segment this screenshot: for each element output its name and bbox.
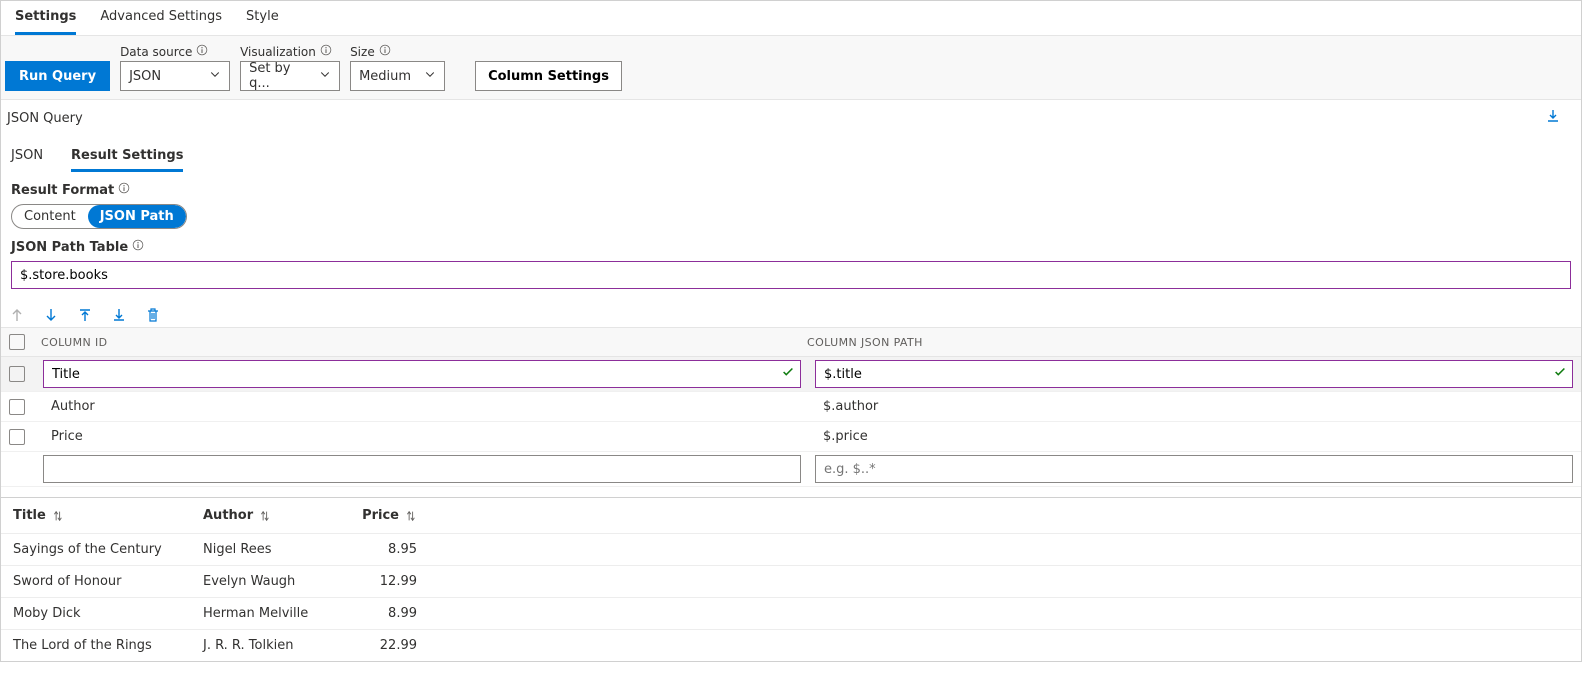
json-path-table-input[interactable] xyxy=(11,261,1571,289)
section-title: JSON Query xyxy=(7,111,83,126)
row-checkbox[interactable] xyxy=(9,429,25,445)
cell-price: 22.99 xyxy=(355,638,425,653)
arrow-up-icon xyxy=(9,307,25,323)
column-id-input[interactable] xyxy=(43,360,801,388)
table-row: The Lord of the Rings J. R. R. Tolkien 2… xyxy=(1,629,1581,661)
table-row: Sword of Honour Evelyn Waugh 12.99 xyxy=(1,565,1581,597)
column-path-input[interactable] xyxy=(815,360,1573,388)
download-icon[interactable] xyxy=(1545,108,1575,128)
cell-author: Nigel Rees xyxy=(195,542,355,557)
info-icon xyxy=(196,44,208,59)
tab-json[interactable]: JSON xyxy=(11,142,43,172)
size-label: Size xyxy=(350,45,375,59)
row-checkbox[interactable] xyxy=(9,399,25,415)
tab-advanced-settings[interactable]: Advanced Settings xyxy=(100,3,222,35)
sort-icon xyxy=(403,509,417,523)
sort-icon xyxy=(50,509,64,523)
check-icon xyxy=(1553,365,1567,383)
run-query-button[interactable]: Run Query xyxy=(5,61,110,91)
size-value: Medium xyxy=(359,69,411,84)
cell-price: 12.99 xyxy=(355,574,425,589)
cell-author: Herman Melville xyxy=(195,606,355,621)
delete-icon[interactable] xyxy=(145,307,161,323)
row-checkbox[interactable] xyxy=(9,366,25,382)
data-source-dropdown[interactable]: JSON xyxy=(120,61,230,91)
new-column-id-input[interactable] xyxy=(43,455,801,483)
cell-title: Sayings of the Century xyxy=(5,542,195,557)
chevron-down-icon xyxy=(319,68,331,84)
column-settings-button[interactable]: Column Settings xyxy=(475,61,622,91)
column-id-cell[interactable]: Price xyxy=(43,425,801,448)
cell-price: 8.95 xyxy=(355,542,425,557)
toggle-content[interactable]: Content xyxy=(12,205,88,228)
info-icon xyxy=(132,239,144,255)
toggle-json-path[interactable]: JSON Path xyxy=(88,205,186,228)
info-icon xyxy=(320,44,332,59)
cell-title: Moby Dick xyxy=(5,606,195,621)
info-icon xyxy=(118,182,130,198)
toolbar: Run Query Data source JSON Visualization… xyxy=(1,36,1581,100)
result-format-label: Result Format xyxy=(11,183,114,198)
column-def-row: Price $.price xyxy=(1,422,1581,452)
move-bottom-icon[interactable] xyxy=(111,307,127,323)
sub-tabs: JSON Result Settings xyxy=(1,136,1581,172)
column-id-header: COLUMN ID xyxy=(41,336,807,349)
chevron-down-icon xyxy=(424,68,436,84)
column-def-row-blank xyxy=(1,452,1581,487)
column-def-row xyxy=(1,357,1581,392)
select-all-checkbox[interactable] xyxy=(9,334,25,350)
tab-settings[interactable]: Settings xyxy=(15,3,76,35)
tab-style[interactable]: Style xyxy=(246,3,279,35)
table-row: Sayings of the Century Nigel Rees 8.95 xyxy=(1,533,1581,565)
main-tabs: Settings Advanced Settings Style xyxy=(1,1,1581,36)
column-path-cell[interactable]: $.author xyxy=(815,395,1573,418)
move-top-icon[interactable] xyxy=(77,307,93,323)
visualization-label: Visualization xyxy=(240,45,316,59)
size-dropdown[interactable]: Medium xyxy=(350,61,445,91)
row-tools xyxy=(1,299,1581,327)
visualization-value: Set by q... xyxy=(249,61,311,91)
results-header-price[interactable]: Price xyxy=(355,508,425,523)
cell-author: Evelyn Waugh xyxy=(195,574,355,589)
data-source-label: Data source xyxy=(120,45,192,59)
sort-icon xyxy=(257,509,271,523)
cell-price: 8.99 xyxy=(355,606,425,621)
column-def-header: COLUMN ID COLUMN JSON PATH xyxy=(1,327,1581,357)
column-def-row: Author $.author xyxy=(1,392,1581,422)
cell-title: The Lord of the Rings xyxy=(5,638,195,653)
results-header-author[interactable]: Author xyxy=(195,508,355,523)
info-icon xyxy=(379,44,391,59)
arrow-down-icon[interactable] xyxy=(43,307,59,323)
check-icon xyxy=(781,365,795,383)
column-id-cell[interactable]: Author xyxy=(43,395,801,418)
json-path-table-label: JSON Path Table xyxy=(11,240,128,255)
chevron-down-icon xyxy=(209,68,221,84)
column-json-path-header: COLUMN JSON PATH xyxy=(807,336,1573,349)
visualization-dropdown[interactable]: Set by q... xyxy=(240,61,340,91)
results-table: Title Author Price Sayings of the Centur… xyxy=(1,497,1581,661)
new-column-path-input[interactable] xyxy=(815,455,1573,483)
result-format-toggle: Content JSON Path xyxy=(11,204,187,229)
results-header-title[interactable]: Title xyxy=(5,508,195,523)
column-path-cell[interactable]: $.price xyxy=(815,425,1573,448)
table-row: Moby Dick Herman Melville 8.99 xyxy=(1,597,1581,629)
tab-result-settings[interactable]: Result Settings xyxy=(71,142,183,172)
data-source-value: JSON xyxy=(129,69,161,84)
cell-title: Sword of Honour xyxy=(5,574,195,589)
cell-author: J. R. R. Tolkien xyxy=(195,638,355,653)
